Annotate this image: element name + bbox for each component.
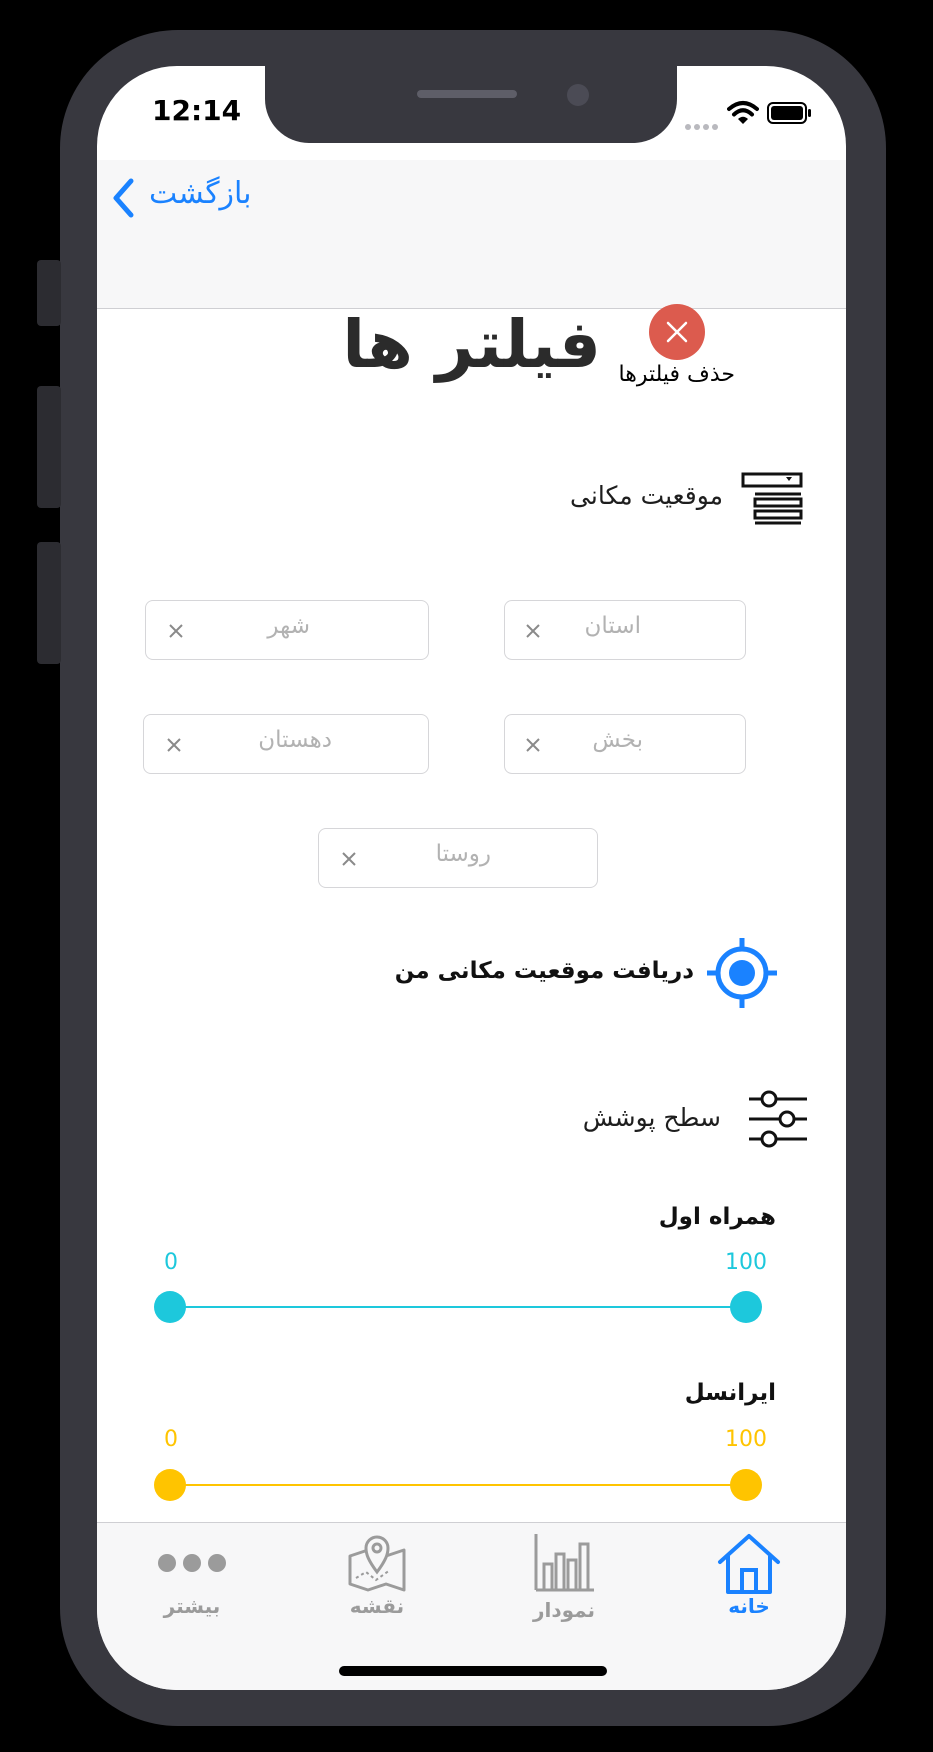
province-placeholder: استان [584, 613, 641, 639]
coverage-section-label: سطح پوشش [582, 1103, 721, 1132]
tab-home[interactable]: خانه [689, 1528, 809, 1628]
range-slider-track[interactable] [170, 1484, 746, 1486]
operator-name: ایرانسل [684, 1380, 776, 1406]
get-my-location-label: دریافت موقعیت مکانی من [394, 958, 694, 984]
home-indicator [339, 1666, 607, 1676]
range-min-handle[interactable] [154, 1469, 186, 1501]
back-button[interactable]: بازگشت [109, 174, 259, 218]
clear-province-icon[interactable] [525, 623, 541, 643]
close-icon [665, 320, 689, 348]
range-max-value: 100 [725, 1250, 767, 1275]
page-title: فیلتر ها [342, 306, 601, 383]
tab-more[interactable]: بیشتر [132, 1536, 252, 1626]
app-screen: 12:14 بازگشت فیلتر ها حذف فیلترها موقعیت… [97, 66, 846, 1690]
clear-city-icon[interactable] [168, 623, 184, 643]
speaker-grille [417, 90, 517, 98]
clear-village-icon[interactable] [341, 851, 357, 871]
back-button-label: بازگشت [149, 176, 252, 211]
mute-switch [37, 260, 61, 326]
get-my-location-button[interactable]: دریافت موقعیت مکانی من [387, 934, 807, 1010]
village-select[interactable]: روستا [318, 828, 598, 888]
more-dots-icon [157, 1552, 227, 1578]
bar-chart-icon [532, 1530, 596, 1598]
village-placeholder: روستا [435, 841, 491, 867]
chevron-left-icon [111, 178, 137, 222]
clear-district-icon[interactable] [525, 737, 541, 757]
rural-district-select[interactable]: دهستان [143, 714, 429, 774]
front-camera [567, 84, 589, 106]
range-max-value: 100 [725, 1427, 767, 1452]
city-placeholder: شهر [267, 613, 310, 639]
device-notch [265, 66, 677, 143]
range-min-handle[interactable] [154, 1291, 186, 1323]
home-icon [716, 1532, 782, 1600]
city-select[interactable]: شهر [145, 600, 429, 660]
target-location-icon [707, 938, 777, 1012]
volume-down-button [37, 542, 61, 664]
clear-filters-button[interactable]: حذف فیلترها [607, 304, 737, 394]
tab-home-label: خانه [728, 1594, 770, 1618]
clear-rural-district-icon[interactable] [166, 737, 182, 757]
range-slider-track[interactable] [170, 1306, 746, 1308]
clear-filters-label: حذف فیلترها [618, 362, 735, 387]
tab-chart[interactable]: نمودار [504, 1528, 624, 1628]
range-min-value: 0 [164, 1250, 178, 1275]
signal-icon [685, 116, 719, 130]
province-select[interactable]: استان [504, 600, 746, 660]
range-max-handle[interactable] [730, 1469, 762, 1501]
operator-name: همراه اول [658, 1204, 776, 1230]
clear-filters-circle [649, 304, 705, 360]
wifi-icon [727, 100, 759, 126]
rural-district-placeholder: دهستان [258, 727, 332, 753]
tab-map-label: نقشه [349, 1594, 405, 1618]
district-placeholder: بخش [592, 727, 643, 753]
battery-icon [767, 102, 813, 124]
status-time: 12:14 [152, 94, 242, 127]
district-select[interactable]: بخش [504, 714, 746, 774]
location-section-icon [741, 472, 803, 526]
tab-more-label: بیشتر [163, 1594, 221, 1618]
tab-chart-label: نمودار [532, 1598, 596, 1622]
location-section-label: موقعیت مکانی [570, 481, 723, 510]
map-pin-icon [346, 1532, 408, 1598]
volume-up-button [37, 386, 61, 508]
range-max-handle[interactable] [730, 1291, 762, 1323]
sliders-settings-icon [747, 1090, 809, 1148]
tab-map[interactable]: نقشه [317, 1528, 437, 1628]
range-min-value: 0 [164, 1427, 178, 1452]
